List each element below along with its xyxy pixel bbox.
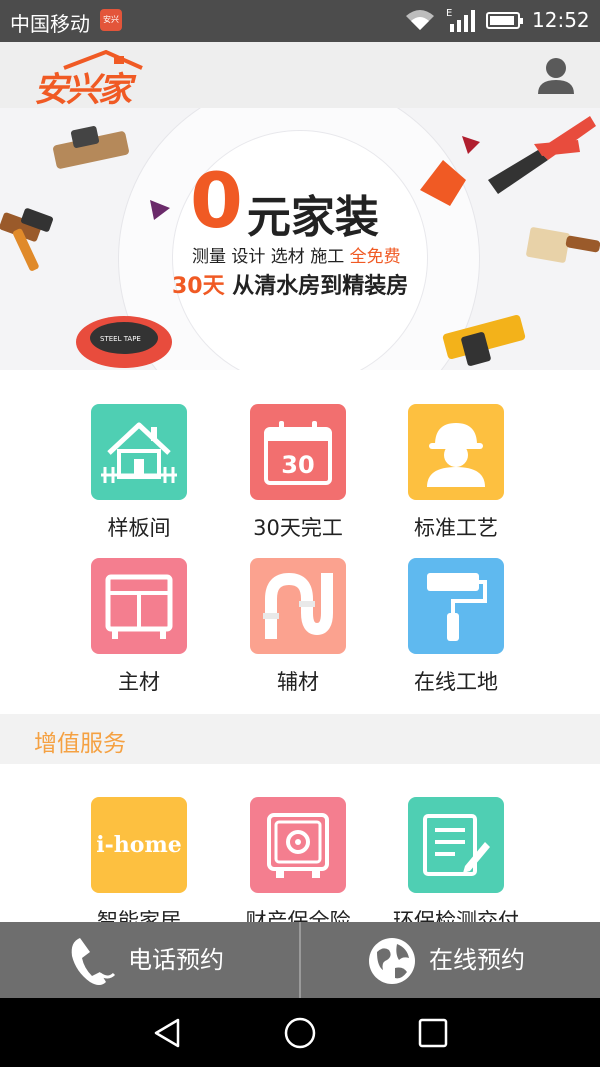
online-booking-button[interactable]: 在线预约 bbox=[301, 922, 600, 998]
svg-text:i-home: i-home bbox=[96, 832, 181, 858]
banner-promise: 30天 从清水房到精装房 bbox=[172, 268, 408, 300]
hammer-icon bbox=[0, 208, 53, 271]
banner-promise-text: 从清水房到精装房 bbox=[224, 274, 409, 299]
phone-booking-button[interactable]: 电话预约 bbox=[0, 922, 299, 998]
globe-icon bbox=[369, 938, 415, 984]
paint-roller-icon bbox=[408, 558, 504, 654]
network-type: E bbox=[446, 8, 452, 19]
banner-services: 测量 设计 选材 施工 全免费 bbox=[192, 242, 401, 267]
online-booking-label: 在线预约 bbox=[429, 946, 525, 974]
cabinet-icon bbox=[91, 558, 187, 654]
banner-headline: 0元家装 bbox=[190, 156, 379, 245]
tile-standard-craft[interactable]: 标准工艺 bbox=[386, 404, 526, 542]
main-service-grid: 样板间 30 30天完工 标准工艺 主材 辅材 在线工地 bbox=[0, 404, 600, 704]
staple-gun-icon bbox=[442, 314, 526, 366]
purple-triangle-shape bbox=[150, 200, 170, 220]
back-icon[interactable] bbox=[150, 1016, 184, 1050]
phone-booking-label: 电话预约 bbox=[128, 946, 224, 974]
tile-sample-room[interactable]: 样板间 bbox=[69, 404, 209, 542]
calendar-30-icon: 30 bbox=[250, 404, 346, 500]
worker-helmet-icon bbox=[408, 404, 504, 500]
wifi-icon bbox=[406, 10, 434, 30]
home-icon[interactable] bbox=[283, 1016, 317, 1050]
orange-gem-shape bbox=[420, 160, 466, 206]
svg-text:30: 30 bbox=[281, 451, 314, 479]
banner-free-text: 全免费 bbox=[349, 247, 401, 267]
plane-tool-icon bbox=[53, 126, 129, 169]
system-nav-bar bbox=[0, 998, 600, 1067]
tape-measure-icon: STEEL TAPE bbox=[76, 316, 172, 368]
tile-label: 智能家居 bbox=[97, 909, 181, 922]
pliers-icon bbox=[488, 116, 596, 194]
app-header: 安兴家 bbox=[0, 42, 600, 111]
banner-zero: 0 bbox=[190, 156, 243, 245]
tile-30-days[interactable]: 30 30天完工 bbox=[228, 404, 368, 542]
document-pen-icon bbox=[408, 797, 504, 893]
tile-label: 财产保全险 bbox=[245, 909, 351, 922]
tile-smart-home[interactable]: i-home 智能家居 bbox=[69, 797, 209, 922]
status-bar: 中国移动 安兴 E 12:52 bbox=[0, 0, 600, 42]
paint-brush-icon bbox=[526, 227, 600, 263]
tile-label: 环保检测交付 bbox=[393, 909, 519, 922]
tile-label: 在线工地 bbox=[414, 670, 498, 694]
phone-icon bbox=[71, 938, 116, 985]
tile-label: 主材 bbox=[118, 670, 160, 694]
section-title: 增值服务 bbox=[34, 731, 126, 757]
booking-action-bar: 电话预约 在线预约 bbox=[0, 922, 600, 998]
carrier-app-icon: 安兴 bbox=[100, 9, 122, 31]
clock: 12:52 bbox=[532, 8, 590, 32]
tile-eco-inspection[interactable]: 环保检测交付 bbox=[386, 797, 526, 922]
value-added-grid: i-home 智能家居 财产保全险 环保检测交付 bbox=[0, 797, 600, 922]
svg-text:STEEL TAPE: STEEL TAPE bbox=[100, 335, 141, 343]
tile-aux-materials[interactable]: 辅材 bbox=[228, 558, 368, 696]
promo-banner[interactable]: STEEL TAPE 0元家装 测量 设计 选材 施工 全免费 30天 从清水房… bbox=[0, 108, 600, 370]
tile-label: 标准工艺 bbox=[414, 516, 498, 540]
banner-days: 30天 bbox=[172, 274, 225, 299]
house-icon bbox=[91, 404, 187, 500]
signal-icon: E bbox=[446, 8, 475, 32]
banner-services-text: 测量 设计 选材 施工 bbox=[192, 247, 350, 267]
banner-headline-text: 元家装 bbox=[246, 192, 379, 243]
user-account-icon[interactable] bbox=[536, 56, 576, 96]
tile-property-insurance[interactable]: 财产保全险 bbox=[228, 797, 368, 922]
tile-label: 样板间 bbox=[107, 516, 171, 540]
tile-main-materials[interactable]: 主材 bbox=[69, 558, 209, 696]
value-added-header: 增值服务 bbox=[0, 714, 600, 764]
red-triangle-shape bbox=[462, 136, 480, 154]
battery-icon bbox=[486, 12, 523, 29]
tile-online-site[interactable]: 在线工地 bbox=[386, 558, 526, 696]
tile-label: 辅材 bbox=[277, 670, 319, 694]
ihome-logo-icon: i-home bbox=[91, 797, 187, 893]
pipe-icon bbox=[250, 558, 346, 654]
carrier-name: 中国移动 bbox=[10, 12, 90, 36]
safe-icon bbox=[250, 797, 346, 893]
recent-apps-icon[interactable] bbox=[416, 1016, 450, 1050]
app-logo[interactable]: 安兴家 bbox=[34, 62, 132, 111]
tile-label: 30天完工 bbox=[253, 516, 343, 540]
